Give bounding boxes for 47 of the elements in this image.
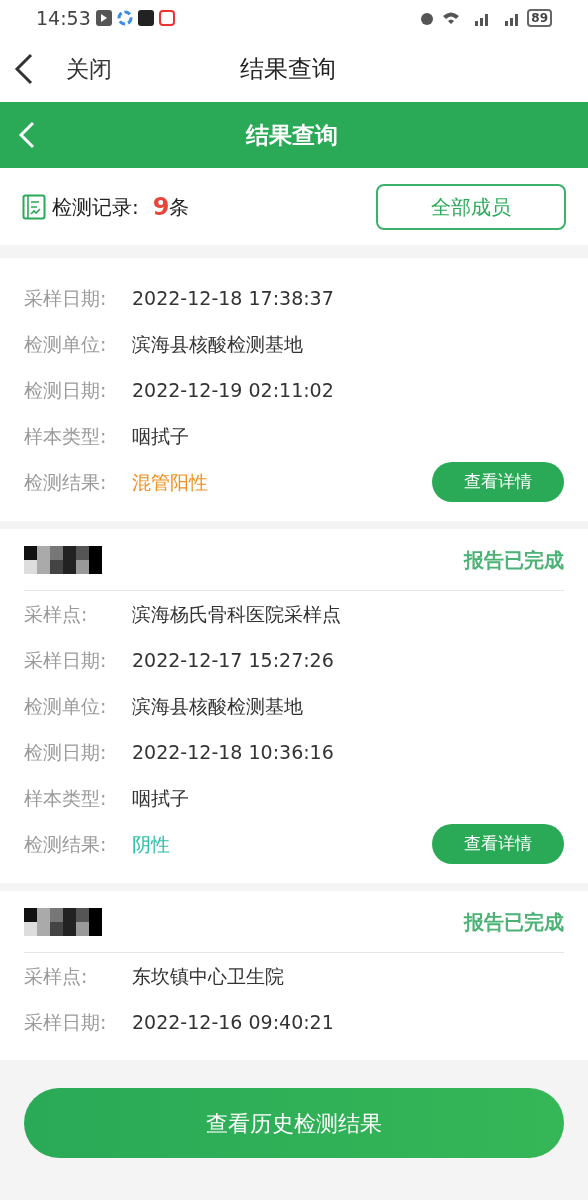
field-value: 滨海县核酸检测基地 [132, 693, 303, 719]
header-title: 结果查询 [246, 120, 338, 150]
field-value: 滨海杨氏骨科医院采样点 [132, 601, 341, 627]
field-label: 检测单位: [24, 693, 108, 719]
report-status: 报告已完成 [464, 908, 564, 936]
field-label: 采样日期: [24, 1009, 108, 1035]
field-label: 样本类型: [24, 785, 108, 811]
field-label: 检测结果: [24, 469, 108, 495]
history-results-button[interactable]: 查看历史检测结果 [24, 1088, 564, 1158]
report-status: 报告已完成 [464, 546, 564, 574]
records-label: 检测记录: [52, 193, 139, 221]
app-icon [137, 10, 154, 26]
field-value: 2022-12-19 02:11:02 [132, 377, 334, 403]
battery-indicator: 89 [527, 9, 552, 27]
view-details-button[interactable]: 查看详情 [432, 462, 564, 502]
field-value: 滨海县核酸检测基地 [132, 331, 303, 357]
all-members-button[interactable]: 全部成员 [376, 183, 566, 230]
records-count: 9 [152, 191, 170, 223]
report-icon [22, 193, 46, 220]
field-label: 采样日期: [24, 647, 108, 673]
field-label: 检测单位: [24, 331, 108, 357]
field-label: 检测日期: [24, 377, 108, 403]
field-value: 2022-12-17 15:27:26 [132, 647, 334, 673]
field-label: 检测日期: [24, 739, 108, 765]
field-label: 检测结果: [24, 831, 108, 857]
field-value: 2022-12-18 10:36:16 [132, 739, 334, 765]
app-icon [95, 10, 112, 26]
field-value: 2022-12-16 09:40:21 [132, 1009, 334, 1035]
field-label: 采样日期: [24, 285, 108, 311]
app-icon [116, 10, 133, 26]
field-label: 采样点: [24, 963, 89, 989]
back-icon[interactable] [14, 53, 34, 85]
field-label: 采样点: [24, 601, 89, 627]
app-icon [158, 10, 175, 26]
field-value: 咽拭子 [132, 423, 189, 449]
field-value: 东坎镇中心卫生院 [132, 963, 284, 989]
status-time: 14:53 [36, 5, 91, 31]
wifi-icon [441, 10, 462, 26]
result-value: 混管阳性 [132, 469, 208, 495]
page-title: 结果查询 [240, 54, 336, 85]
field-value: 咽拭子 [132, 785, 189, 811]
field-value: 2022-12-18 17:38:37 [132, 285, 334, 311]
view-details-button[interactable]: 查看详情 [432, 824, 564, 864]
field-label: 样本类型: [24, 423, 108, 449]
close-link[interactable]: 关闭 [66, 51, 112, 87]
result-value: 阴性 [132, 831, 170, 857]
records-unit: 条 [169, 193, 190, 221]
